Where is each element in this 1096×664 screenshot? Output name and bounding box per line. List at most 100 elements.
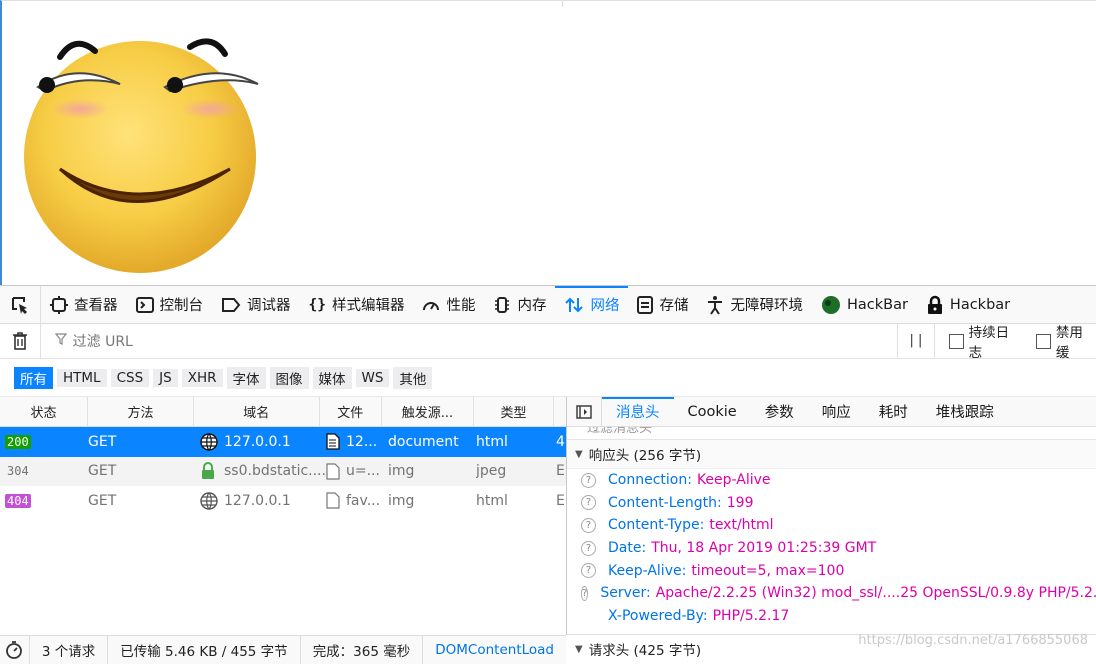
header-row: ? Content-Length: 199 xyxy=(567,492,1096,515)
lock-icon xyxy=(202,462,214,480)
header-row: X-Powered-By: PHP/5.2.17 xyxy=(567,605,1096,628)
performance-icon xyxy=(422,296,440,314)
type-filter-media[interactable]: 媒体 xyxy=(312,366,352,389)
response-headers-section[interactable]: ▼ 响应头 (256 字节) xyxy=(567,440,1096,469)
tab-response[interactable]: 响应 xyxy=(808,397,865,426)
tool-storage[interactable]: 存储 xyxy=(628,286,697,323)
type-cell: jpeg xyxy=(476,457,556,487)
status-cell: 304 xyxy=(0,457,88,487)
table-row[interactable]: 200 GET 127.0.0.1 12... document html 4 xyxy=(0,427,566,457)
method-text: GET xyxy=(88,463,117,480)
transferred-text: 4 xyxy=(556,433,565,450)
type-filter-all[interactable]: 所有 xyxy=(14,366,53,389)
column-header-file[interactable]: 文件 xyxy=(320,397,382,426)
method-text: GET xyxy=(88,492,117,509)
header-value: timeout=5, max=100 xyxy=(691,562,845,579)
viewport-divider xyxy=(562,1,563,7)
tool-debugger[interactable]: 调试器 xyxy=(212,286,300,323)
domain-text: 127.0.0.1 xyxy=(224,433,291,450)
tab-stack-trace[interactable]: 堆栈跟踪 xyxy=(922,397,1008,426)
type-filter-images[interactable]: 图像 xyxy=(269,366,309,389)
checkbox-box xyxy=(1036,333,1051,349)
type-text: html xyxy=(476,433,508,450)
file-icon xyxy=(326,492,340,509)
cause-cell: img xyxy=(388,457,476,487)
performance-analysis-button[interactable] xyxy=(0,636,30,664)
request-type-filter: 所有 HTML CSS JS XHR 字体 图像 媒体 WS 其他 xyxy=(0,359,1096,397)
type-filter-html[interactable]: HTML xyxy=(57,368,107,387)
type-filter-ws[interactable]: WS xyxy=(355,368,390,387)
storage-icon xyxy=(637,295,654,314)
column-header-cause[interactable]: 触发源... xyxy=(382,397,474,426)
status-badge: 304 xyxy=(7,464,29,479)
table-row[interactable]: 304 GET ss0.bdstatic.... u=... img jpeg … xyxy=(0,456,566,487)
file-text: u=... xyxy=(346,463,380,480)
tab-cookies[interactable]: Cookie xyxy=(674,397,751,426)
type-filter-other[interactable]: 其他 xyxy=(393,366,433,389)
disable-cache-checkbox[interactable]: 禁用缓 xyxy=(1036,321,1096,361)
type-filter-css[interactable]: CSS xyxy=(110,368,150,387)
type-text: html xyxy=(476,492,508,509)
request-count: 3 个请求 xyxy=(30,636,109,664)
style-editor-icon: {} xyxy=(308,296,326,313)
type-filter-fonts[interactable]: 字体 xyxy=(226,366,266,389)
tool-hackbar-lock[interactable]: Hackbar xyxy=(917,286,1019,323)
header-value: Thu, 18 Apr 2019 01:25:39 GMT xyxy=(651,540,877,557)
devtools-toolbar: 查看器 控制台 调试器 {} 样式编辑器 性能 内存 网络 存储 无障碍环境 H… xyxy=(0,286,1096,324)
column-header-method[interactable]: 方法 xyxy=(88,397,194,426)
request-list: 状态 方法 域名 文件 触发源... 类型 200 GET 127.0.0.1 … xyxy=(0,397,567,635)
help-icon[interactable]: ? xyxy=(581,495,596,511)
file-cell: 12... xyxy=(326,427,388,457)
tab-timings[interactable]: 耗时 xyxy=(865,397,922,426)
filter-headers-input[interactable]: 过滤消息头 xyxy=(567,427,1096,440)
tab-params[interactable]: 参数 xyxy=(751,397,808,426)
column-header-status[interactable]: 状态 xyxy=(0,397,89,426)
details-tabs: 消息头 Cookie 参数 响应 耗时 堆栈跟踪 xyxy=(567,397,1096,427)
table-row[interactable]: 404 GET 127.0.0.1 fav... img html E xyxy=(0,486,566,516)
tool-performance[interactable]: 性能 xyxy=(413,286,484,323)
transferred-text: E xyxy=(556,463,565,480)
help-icon[interactable]: ? xyxy=(581,472,596,488)
accessibility-icon xyxy=(706,295,724,315)
toggle-sidebar-button[interactable] xyxy=(567,397,602,426)
element-picker-button[interactable] xyxy=(0,286,41,323)
type-filter-js[interactable]: JS xyxy=(153,368,178,387)
tool-accessibility[interactable]: 无障碍环境 xyxy=(697,286,812,323)
cause-cell: img xyxy=(388,486,476,516)
tool-inspector[interactable]: 查看器 xyxy=(41,286,127,323)
tool-style-editor[interactable]: {} 样式编辑器 xyxy=(300,286,414,323)
file-text: fav... xyxy=(346,492,381,509)
smiley-face-image xyxy=(24,38,259,273)
persist-logs-checkbox[interactable]: 持续日志 xyxy=(948,321,1022,361)
cause-cell: document xyxy=(388,427,476,457)
header-row: ? Content-Type: text/html xyxy=(567,514,1096,537)
tool-memory[interactable]: 内存 xyxy=(484,286,555,323)
stopwatch-icon xyxy=(6,641,23,659)
checkbox-box xyxy=(948,333,964,349)
tool-label: 网络 xyxy=(590,298,620,314)
response-headers-title: 响应头 (256 字节) xyxy=(588,448,702,464)
help-icon[interactable]: ? xyxy=(581,585,589,601)
watermark: https://blog.csdn.net/a1766855068 xyxy=(858,633,1088,648)
type-filter-xhr[interactable]: XHR xyxy=(181,368,223,387)
request-headers-title: 请求头 (425 字节) xyxy=(588,643,702,659)
header-value: PHP/5.2.17 xyxy=(712,607,790,624)
help-icon[interactable]: ? xyxy=(581,563,596,579)
column-header-type[interactable]: 类型 xyxy=(474,397,555,426)
clear-button[interactable] xyxy=(0,324,41,358)
column-header-domain[interactable]: 域名 xyxy=(194,397,320,426)
tool-console[interactable]: 控制台 xyxy=(127,286,213,323)
transferred-cell: E xyxy=(556,457,566,487)
tool-label: 查看器 xyxy=(74,298,118,314)
help-icon[interactable]: ? xyxy=(581,540,596,556)
header-name: Content-Length: xyxy=(608,494,722,511)
help-icon[interactable]: ? xyxy=(581,517,596,533)
globe-icon xyxy=(200,433,218,451)
pause-button[interactable]: | | xyxy=(897,324,935,358)
domain-text: 127.0.0.1 xyxy=(224,492,291,509)
tab-headers[interactable]: 消息头 xyxy=(602,397,674,426)
filter-url-input[interactable]: 过滤 URL xyxy=(54,331,867,351)
tool-hackbar-green[interactable]: HackBar xyxy=(812,286,917,323)
tool-label: 调试器 xyxy=(247,298,291,314)
tool-network[interactable]: 网络 xyxy=(555,286,629,323)
